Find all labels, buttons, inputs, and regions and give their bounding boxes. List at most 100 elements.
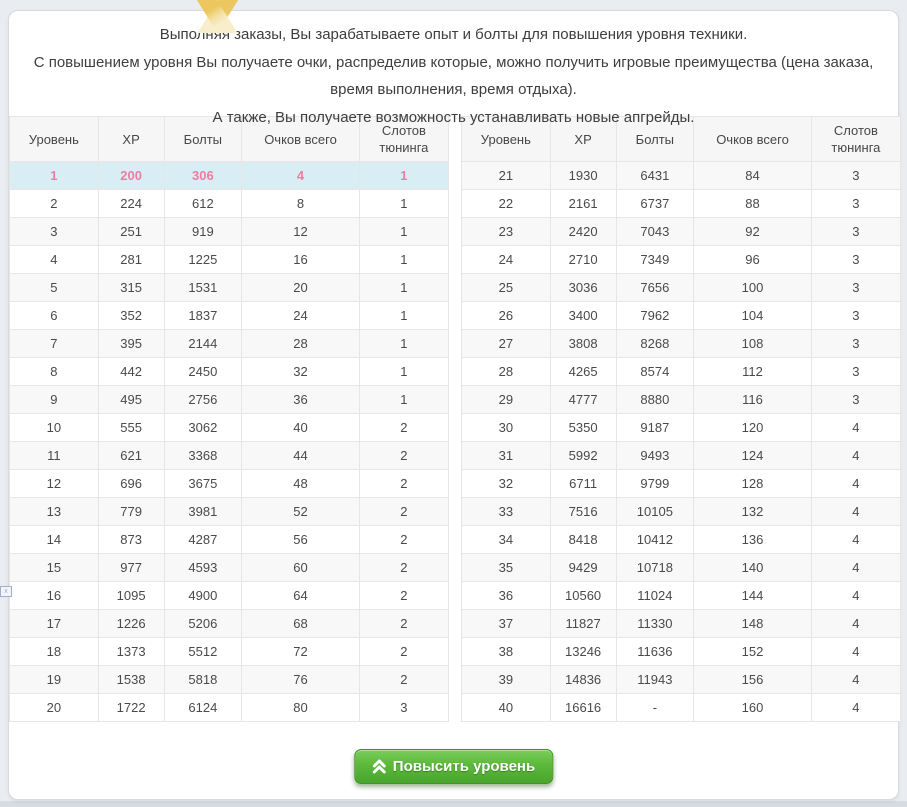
table-cell: 11330: [616, 610, 694, 638]
table-cell: 5512: [164, 638, 242, 666]
table-cell: 108: [694, 330, 812, 358]
table-row: 159774593602: [10, 554, 449, 582]
table-row: 3813246116361524: [462, 638, 901, 666]
table-cell: 11636: [616, 638, 694, 666]
table-cell: 224: [98, 190, 164, 218]
table-row: 53151531201: [10, 274, 449, 302]
table-cell: 1538: [98, 666, 164, 694]
table-cell: 92: [694, 218, 812, 246]
table-cell: 621: [98, 442, 164, 470]
table-cell: 104: [694, 302, 812, 330]
table-cell: 1: [359, 274, 448, 302]
table-cell: 20: [10, 694, 99, 722]
table-cell: 76: [242, 666, 360, 694]
table-row: 4016616-1604: [462, 694, 901, 722]
table-cell: 2710: [550, 246, 616, 274]
table-cell: 2: [359, 526, 448, 554]
table-cell: 2: [359, 610, 448, 638]
table-cell: 3: [811, 358, 900, 386]
table-row: 3610560110241444: [462, 582, 901, 610]
table-cell: 3036: [550, 274, 616, 302]
table-cell: 5: [10, 274, 99, 302]
table-cell: 9493: [616, 442, 694, 470]
table-cell: 128: [694, 470, 812, 498]
table-cell: 1226: [98, 610, 164, 638]
table-cell: 696: [98, 470, 164, 498]
table-row: 26340079621043: [462, 302, 901, 330]
table-cell: 132: [694, 498, 812, 526]
table-cell: 4: [242, 162, 360, 190]
table-row: 337516101051324: [462, 498, 901, 526]
table-cell: 4265: [550, 358, 616, 386]
table-cell: 160: [694, 694, 812, 722]
table-cell: 34: [462, 526, 551, 554]
table-row: 1915385818762: [10, 666, 449, 694]
level-up-button[interactable]: Повысить уровень: [354, 749, 553, 784]
table-cell: 7962: [616, 302, 694, 330]
table-cell: 3808: [550, 330, 616, 358]
table-cell: 144: [694, 582, 812, 610]
table-cell: 2144: [164, 330, 242, 358]
table-row: 3251919121: [10, 218, 449, 246]
table-cell: 3: [10, 218, 99, 246]
table-cell: 4: [811, 414, 900, 442]
table-cell: 4: [811, 610, 900, 638]
table-cell: 3: [359, 694, 448, 722]
table-cell: 2161: [550, 190, 616, 218]
table-cell: 3062: [164, 414, 242, 442]
table-cell: 4: [811, 666, 900, 694]
table-cell: 1: [359, 190, 448, 218]
table-cell: 4900: [164, 582, 242, 610]
table-cell: 16: [242, 246, 360, 274]
table-cell: 3400: [550, 302, 616, 330]
table-cell: 6431: [616, 162, 694, 190]
table-cell: 1: [359, 218, 448, 246]
table-row: 27380882681083: [462, 330, 901, 358]
table-cell: 84: [694, 162, 812, 190]
table-cell: 27: [462, 330, 551, 358]
table-cell: 2: [359, 582, 448, 610]
table-cell: 148: [694, 610, 812, 638]
table-cell: 1: [359, 246, 448, 274]
table-cell: 35: [462, 554, 551, 582]
table-cell: 33: [462, 498, 551, 526]
table-cell: 555: [98, 414, 164, 442]
table-cell: 112: [694, 358, 812, 386]
table-cell: -: [616, 694, 694, 722]
table-cell: 96: [694, 246, 812, 274]
table-cell: 2: [359, 554, 448, 582]
table-cell: 16616: [550, 694, 616, 722]
table-cell: 1: [359, 162, 448, 190]
table-cell: 120: [694, 414, 812, 442]
table-row: 148734287562: [10, 526, 449, 554]
table-cell: 24: [462, 246, 551, 274]
table-cell: 40: [242, 414, 360, 442]
table-cell: 15: [10, 554, 99, 582]
table-row: 42811225161: [10, 246, 449, 274]
table-cell: 10412: [616, 526, 694, 554]
bottom-strip: [0, 801, 907, 807]
table-row: 105553062402: [10, 414, 449, 442]
table-row: 3914836119431564: [462, 666, 901, 694]
intro-line-3: А также, Вы получаете возможность устана…: [23, 104, 884, 132]
table-cell: 22: [462, 190, 551, 218]
table-row: 32671197991284: [462, 470, 901, 498]
table-row: 28426585741123: [462, 358, 901, 386]
level-up-button-label: Повысить уровень: [393, 758, 535, 775]
table-cell: 442: [98, 358, 164, 386]
table-cell: 28: [462, 358, 551, 386]
table-row: 1712265206682: [10, 610, 449, 638]
table-row: 137793981522: [10, 498, 449, 526]
table-row: 29477788801163: [462, 386, 901, 414]
table-row: 2221616737883: [462, 190, 901, 218]
table-cell: 4593: [164, 554, 242, 582]
table-cell: 14836: [550, 666, 616, 694]
table-cell: 37: [462, 610, 551, 638]
broken-image-icon: x: [0, 586, 12, 597]
table-cell: 2450: [164, 358, 242, 386]
table-cell: 3981: [164, 498, 242, 526]
table-cell: 3: [811, 302, 900, 330]
table-cell: 9429: [550, 554, 616, 582]
table-cell: 4: [811, 442, 900, 470]
table-cell: 13: [10, 498, 99, 526]
